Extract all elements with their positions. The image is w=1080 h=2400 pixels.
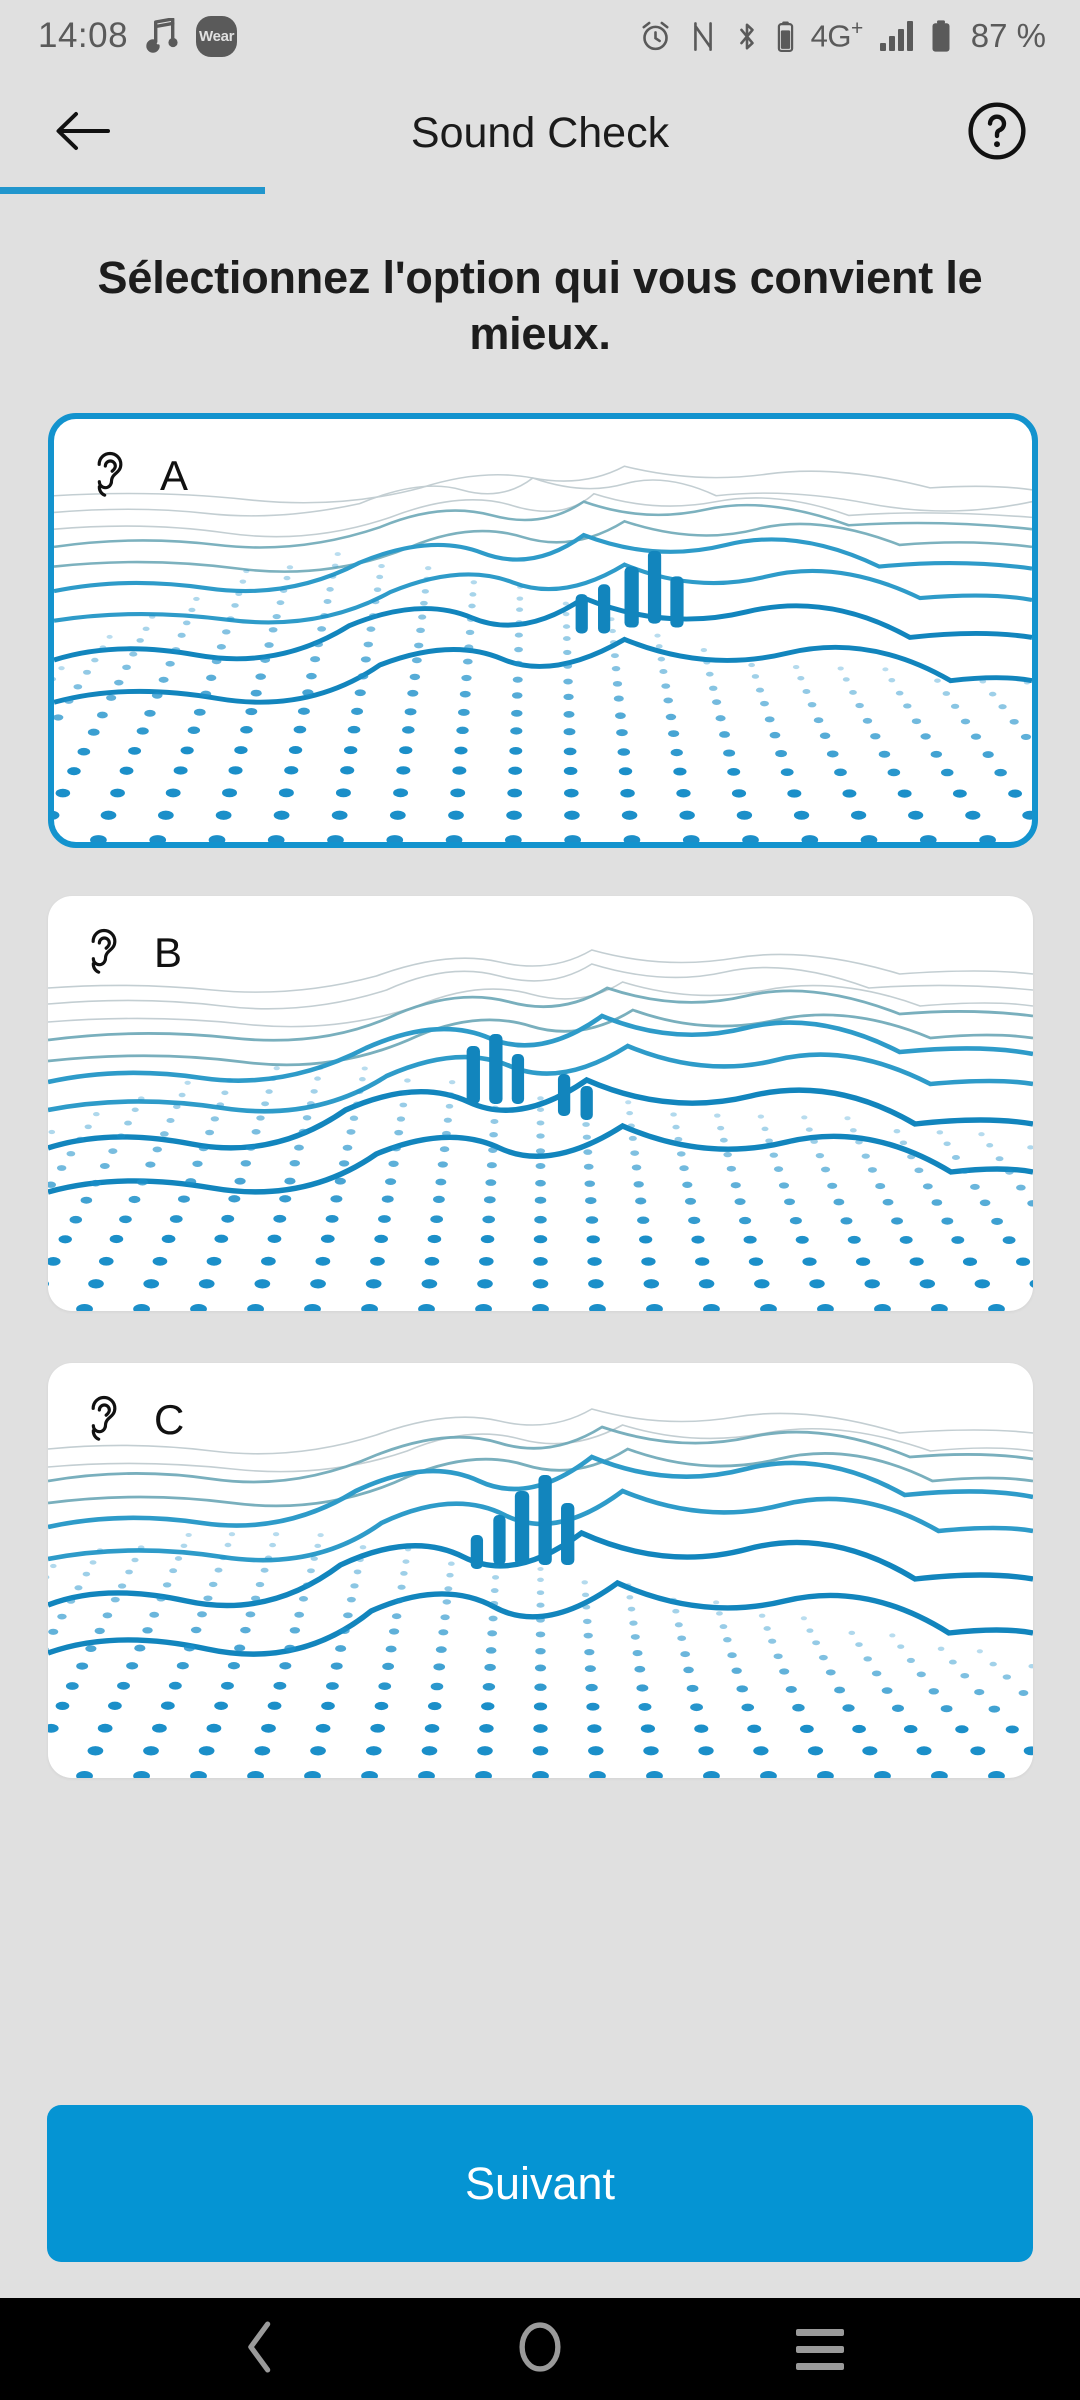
status-bar-left: 14:08 Wear — [38, 15, 238, 57]
status-clock: 14:08 — [38, 16, 129, 55]
arrow-left-icon — [54, 110, 112, 157]
network-type-label: 4G+ — [810, 17, 864, 54]
android-nav-bar — [0, 2298, 1080, 2400]
progress-bar — [0, 187, 1080, 194]
option-card-c[interactable]: C — [48, 1362, 1033, 1778]
app-bar: Sound Check — [0, 72, 1080, 194]
waveform-visualization-c — [48, 1363, 1033, 1778]
page-title: Sound Check — [410, 108, 670, 157]
battery-percent-label: 87 % — [970, 17, 1046, 54]
instruction-text: Sélectionnez l'option qui vous convient … — [97, 252, 983, 360]
option-b-header: B — [82, 926, 182, 981]
back-button[interactable] — [46, 96, 120, 170]
bluetooth-icon — [734, 20, 760, 53]
wear-badge-icon: Wear — [196, 15, 238, 57]
network-type-plus: + — [851, 17, 863, 41]
option-a-header: A — [88, 449, 188, 504]
circle-icon — [517, 2321, 563, 2378]
option-c-header: C — [82, 1393, 184, 1448]
wear-badge-label: Wear — [198, 27, 235, 45]
option-a-letter: A — [160, 452, 189, 499]
nfc-icon — [689, 20, 717, 53]
network-type-text: 4G — [810, 18, 852, 54]
alarm-icon — [639, 20, 672, 53]
card-gap — [0, 1311, 1080, 1363]
question-circle-icon — [966, 100, 1028, 167]
ear-icon — [88, 449, 132, 504]
bluetooth-battery-icon — [777, 20, 794, 53]
waveform-visualization-b — [48, 896, 1033, 1311]
ear-icon — [82, 1393, 126, 1448]
option-card-b[interactable]: B — [48, 895, 1033, 1311]
nav-recents-button[interactable] — [765, 2298, 875, 2400]
status-bar: 14:08 Wear 4G+ 87 % — [0, 0, 1080, 72]
nav-back-button[interactable] — [205, 2298, 315, 2400]
signal-bars-icon — [879, 21, 913, 51]
option-c-letter: C — [154, 1396, 185, 1443]
ear-icon — [82, 926, 126, 981]
flex-spacer — [0, 1778, 1080, 2106]
next-button[interactable]: Suivant — [47, 2105, 1033, 2262]
help-button[interactable] — [960, 96, 1034, 170]
status-bar-right: 4G+ 87 % — [639, 17, 1046, 55]
option-card-a[interactable]: A — [48, 412, 1038, 848]
battery-icon — [930, 19, 952, 53]
option-b-letter: B — [154, 929, 183, 976]
phone-screen: 14:08 Wear 4G+ 87 % Sound Check Sélectio… — [0, 0, 1080, 2400]
option-list: A B C — [0, 412, 1080, 1778]
card-gap — [0, 848, 1080, 896]
progress-bar-fill — [0, 187, 265, 194]
music-note-icon — [146, 18, 178, 54]
chevron-left-icon — [243, 2320, 277, 2378]
next-button-container: Suivant — [0, 2105, 1080, 2298]
nav-home-button[interactable] — [485, 2298, 595, 2400]
waveform-visualization-a — [54, 419, 1032, 842]
menu-lines-icon — [796, 2328, 844, 2370]
